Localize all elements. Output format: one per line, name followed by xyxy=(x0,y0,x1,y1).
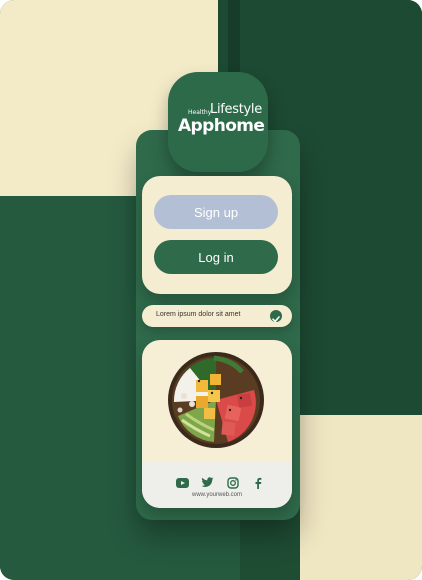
logo-tagline: Lifestyle xyxy=(210,102,262,117)
logo-name: Apphome xyxy=(178,116,265,136)
social-icons-row xyxy=(175,475,265,490)
food-card: www.yourweb.com xyxy=(142,340,292,508)
auth-card: Sign up Log in xyxy=(142,176,292,294)
youtube-icon[interactable] xyxy=(175,475,190,490)
instagram-icon[interactable] xyxy=(225,475,240,490)
social-footer: www.yourweb.com xyxy=(142,462,292,508)
website-link[interactable]: www.yourweb.com xyxy=(142,492,292,498)
logo-tagline-small: Healthy xyxy=(188,109,212,116)
background-cream-block-lower xyxy=(300,415,422,580)
login-button[interactable]: Log in xyxy=(154,240,278,274)
facebook-icon[interactable] xyxy=(250,475,265,490)
checkbox-label: Lorem ipsum dolor sit amet xyxy=(156,311,241,318)
checkbox-row[interactable]: Lorem ipsum dolor sit amet xyxy=(142,305,292,327)
app-logo: Healthy Lifestyle Apphome xyxy=(168,72,268,172)
app-canvas: Healthy Lifestyle Apphome Sign up Log in… xyxy=(0,0,422,580)
signup-button[interactable]: Sign up xyxy=(154,195,278,229)
twitter-icon[interactable] xyxy=(200,475,215,490)
check-icon[interactable] xyxy=(270,310,282,323)
poke-bowl-image xyxy=(168,352,264,448)
